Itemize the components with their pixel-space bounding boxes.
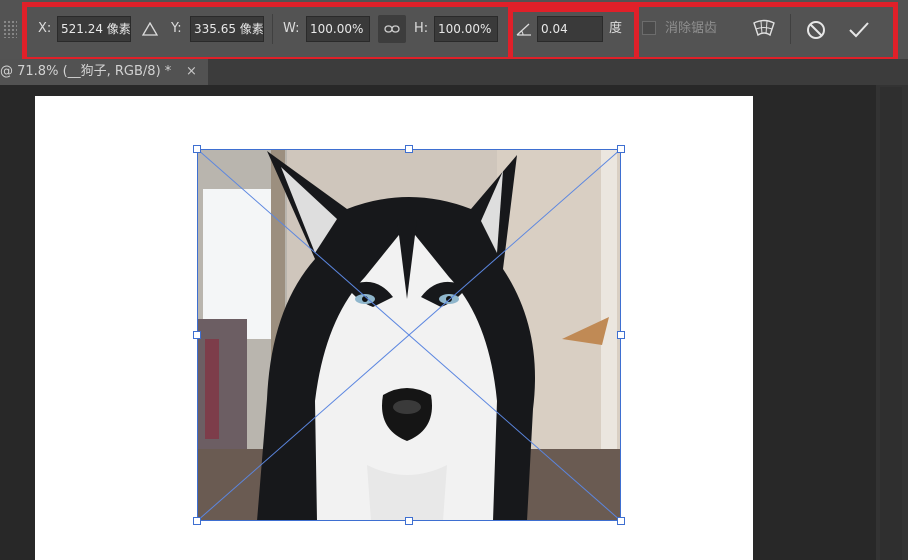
cancel-icon[interactable] [804, 18, 828, 42]
y-position-field[interactable]: 335.65 像素 [190, 16, 264, 42]
transform-options-bar: X: 521.24 像素 Y: 335.65 像素 W: 100.00% H: … [0, 0, 908, 59]
x-position-field[interactable]: 521.24 像素 [57, 16, 131, 42]
separator [272, 14, 273, 44]
antialias-checkbox[interactable] [642, 21, 656, 35]
document-tab-strip: @ 71.8% (__狗子, RGB/8) * × [0, 59, 908, 85]
transform-handle-right[interactable] [617, 331, 625, 339]
reference-point-icon[interactable] [141, 19, 159, 39]
document-tab-title: @ 71.8% (__狗子, RGB/8) * [0, 64, 172, 79]
transform-handle-bottom-left[interactable] [193, 517, 201, 525]
transform-handle-top-left[interactable] [193, 145, 201, 153]
toolbar-grip[interactable] [3, 20, 17, 38]
separator [790, 14, 791, 44]
y-label: Y: [171, 21, 182, 36]
vertical-scrollbar[interactable] [880, 87, 902, 560]
document-tab[interactable]: @ 71.8% (__狗子, RGB/8) * × [0, 59, 208, 85]
husky-photo[interactable] [196, 148, 622, 522]
height-field[interactable]: 100.00% [434, 16, 498, 42]
h-label: H: [414, 21, 429, 36]
angle-unit-label: 度 [609, 21, 623, 36]
transform-handle-left[interactable] [193, 331, 201, 339]
transform-handle-bottom[interactable] [405, 517, 413, 525]
warp-icon[interactable] [751, 17, 777, 41]
rotation-angle-field[interactable]: 0.04 [537, 16, 603, 42]
tab-close-icon[interactable]: × [186, 59, 197, 85]
transform-handle-top-right[interactable] [617, 145, 625, 153]
transform-handle-top[interactable] [405, 145, 413, 153]
antialias-label: 消除锯齿 [665, 21, 718, 36]
link-chain-icon[interactable] [378, 15, 406, 43]
commit-check-icon[interactable] [846, 17, 872, 43]
x-label: X: [38, 21, 52, 36]
width-field[interactable]: 100.00% [306, 16, 370, 42]
transform-handle-bottom-right[interactable] [617, 517, 625, 525]
w-label: W: [283, 21, 300, 36]
angle-icon [515, 20, 533, 38]
